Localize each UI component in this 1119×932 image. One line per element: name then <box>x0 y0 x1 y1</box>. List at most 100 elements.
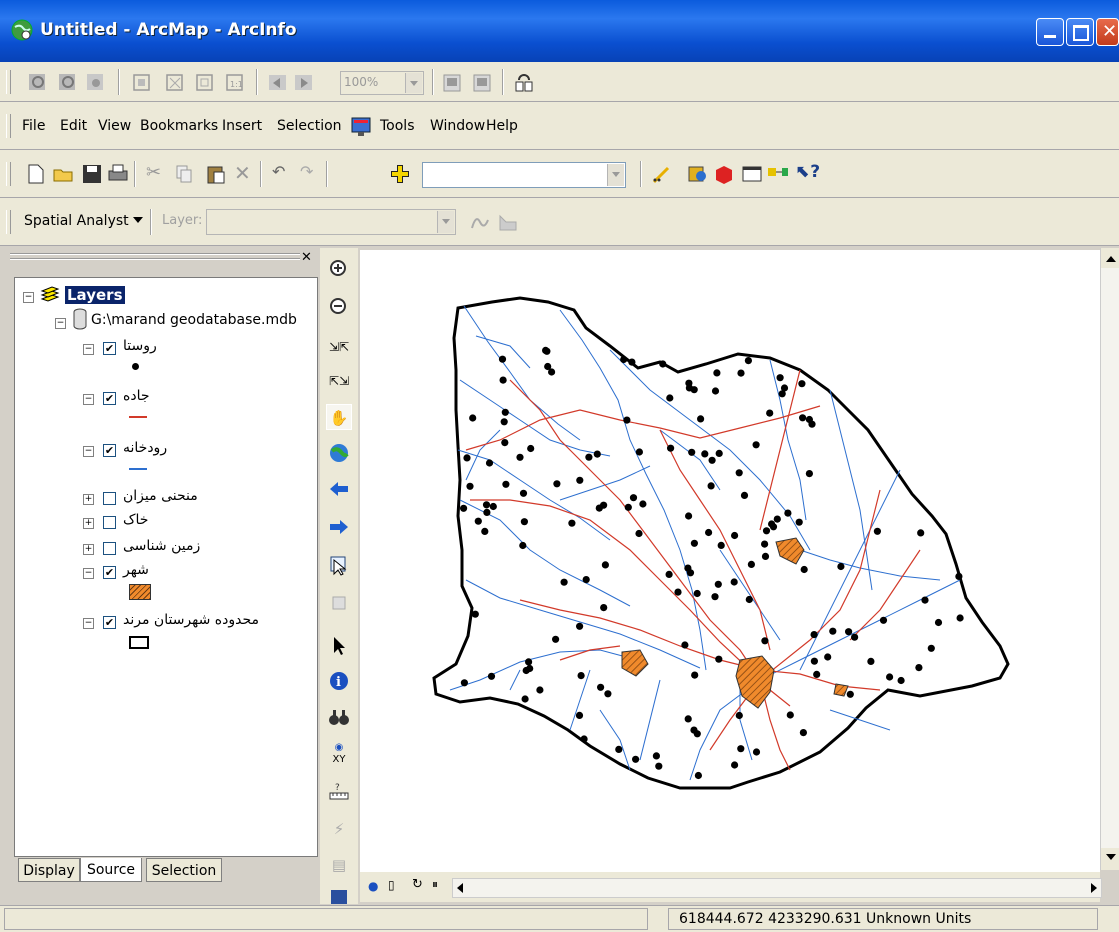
menu-window[interactable]: Window <box>430 118 485 134</box>
layer-visibility-checkbox[interactable]: ✔ <box>103 444 116 457</box>
toggle-draft-mode-icon[interactable] <box>440 71 464 95</box>
menu-grip[interactable] <box>6 114 11 138</box>
pointer-icon[interactable] <box>326 634 352 660</box>
delete-icon[interactable]: ✕ <box>234 161 251 185</box>
zoom-out-icon[interactable] <box>326 296 352 322</box>
arcmap-tool-icon[interactable] <box>350 116 372 138</box>
previous-extent-icon[interactable] <box>266 71 290 95</box>
close-button[interactable]: ✕ <box>1096 18 1119 46</box>
fixed-zoom-in-layout-icon[interactable] <box>163 71 187 95</box>
print-icon[interactable] <box>106 162 130 186</box>
new-document-icon[interactable] <box>24 162 48 186</box>
tab-source[interactable]: Source <box>80 858 142 882</box>
toolbar-grip[interactable] <box>6 162 11 186</box>
menu-edit[interactable]: Edit <box>60 118 87 134</box>
modelbuilder-icon[interactable] <box>766 162 790 186</box>
chevron-down-icon[interactable] <box>607 164 624 186</box>
whats-this-help-icon[interactable]: ⬉? <box>796 162 820 182</box>
layer-visibility-checkbox[interactable] <box>103 492 116 505</box>
toc-titlebar[interactable] <box>8 248 320 260</box>
menu-view[interactable]: View <box>98 118 131 134</box>
expand-icon[interactable]: + <box>83 494 94 505</box>
title-bar[interactable]: Untitled - ArcMap - ArcInfo ✕ <box>0 0 1119 62</box>
fixed-zoom-out-layout-icon[interactable] <box>193 71 217 95</box>
cut-icon[interactable]: ✂ <box>146 162 161 183</box>
layers-root-label[interactable]: Layers <box>65 286 125 304</box>
find-icon[interactable] <box>326 706 352 732</box>
layer-combo[interactable] <box>206 209 456 235</box>
scroll-up-icon[interactable] <box>1106 256 1116 262</box>
vertical-scrollbar[interactable] <box>1100 248 1119 870</box>
html-popup-icon[interactable]: ▤ <box>326 852 352 878</box>
map-canvas[interactable] <box>360 250 1100 872</box>
spatial-analyst-menu[interactable]: Spatial Analyst <box>24 213 129 229</box>
minimize-button[interactable] <box>1036 18 1064 46</box>
hyperlink-icon[interactable]: ⚡ <box>326 816 352 842</box>
horizontal-scrollbar[interactable] <box>452 878 1102 898</box>
tab-selection[interactable]: Selection <box>146 858 222 882</box>
collapse-icon[interactable]: − <box>55 318 66 329</box>
pan-icon[interactable]: ✋ <box>326 404 352 430</box>
database-label[interactable]: G:\marand geodatabase.mdb <box>91 312 297 328</box>
layout-zoom-in-icon[interactable] <box>26 71 50 95</box>
map-scale-combo[interactable] <box>422 162 626 188</box>
expand-icon[interactable]: + <box>83 518 94 529</box>
toolbar-grip[interactable] <box>6 70 11 94</box>
scroll-track[interactable] <box>1101 268 1119 848</box>
collapse-icon[interactable]: − <box>23 292 34 303</box>
goto-xy-icon[interactable]: ◉ XY <box>326 742 352 768</box>
map-view[interactable] <box>360 250 1100 872</box>
layer-name[interactable]: روستا <box>123 338 157 354</box>
back-icon[interactable] <box>326 478 352 504</box>
layer-visibility-checkbox[interactable] <box>103 516 116 529</box>
layer-name[interactable]: جاده <box>123 388 150 404</box>
scroll-down-icon[interactable] <box>1106 854 1116 860</box>
scroll-right-icon[interactable] <box>1091 883 1097 893</box>
layout-zoom-out-icon[interactable] <box>56 71 80 95</box>
expand-icon[interactable]: + <box>83 544 94 555</box>
layout-pan-icon[interactable] <box>84 71 108 95</box>
zoom-100-icon[interactable]: 1:1 <box>223 71 247 95</box>
add-data-icon[interactable] <box>388 162 412 186</box>
open-folder-icon[interactable] <box>52 162 76 186</box>
undo-icon[interactable]: ↶ <box>272 162 285 181</box>
layer-name[interactable]: زمین شناسی <box>123 538 200 554</box>
focus-data-frame-icon[interactable] <box>470 71 494 95</box>
toolbar-grip[interactable] <box>6 210 11 234</box>
layer-name[interactable]: محدوده شهرستان مرند <box>123 612 259 628</box>
measure-icon[interactable]: ? <box>326 780 352 806</box>
refresh-icon[interactable]: ↻ <box>412 877 423 892</box>
collapse-icon[interactable]: − <box>83 446 94 457</box>
data-view-icon[interactable]: ● <box>368 879 378 893</box>
collapse-icon[interactable]: − <box>83 618 94 629</box>
forward-icon[interactable] <box>326 516 352 542</box>
select-elements-icon[interactable] <box>326 592 352 618</box>
save-icon[interactable] <box>80 162 104 186</box>
zoom-in-icon[interactable] <box>326 258 352 284</box>
collapse-icon[interactable]: − <box>83 344 94 355</box>
zoom-whole-page-icon[interactable] <box>130 71 154 95</box>
scroll-left-icon[interactable] <box>457 883 463 893</box>
arctoolbox-icon[interactable] <box>712 162 736 186</box>
select-features-icon[interactable] <box>326 554 352 580</box>
chevron-down-icon[interactable] <box>133 217 143 223</box>
collapse-icon[interactable]: − <box>83 394 94 405</box>
menu-selection[interactable]: Selection <box>277 118 342 134</box>
menu-tools[interactable]: Tools <box>380 118 415 134</box>
collapse-icon[interactable]: − <box>83 568 94 579</box>
contour-icon[interactable] <box>496 210 520 234</box>
time-slider-icon[interactable] <box>326 886 352 904</box>
menu-file[interactable]: File <box>22 118 45 134</box>
menu-bookmarks[interactable]: Bookmarks <box>140 118 218 134</box>
identify-icon[interactable]: i <box>326 670 352 696</box>
menu-insert[interactable]: Insert <box>222 118 262 134</box>
change-layout-icon[interactable] <box>512 71 536 95</box>
toc-close-icon[interactable]: ✕ <box>301 250 312 265</box>
layer-visibility-checkbox[interactable] <box>103 542 116 555</box>
layer-name[interactable]: منحنی میزان <box>123 488 198 504</box>
chevron-down-icon[interactable] <box>437 211 454 233</box>
layer-name[interactable]: رودخانه <box>123 440 167 456</box>
chevron-down-icon[interactable] <box>405 73 422 93</box>
layer-name[interactable]: شهر <box>123 562 149 578</box>
fixed-zoom-in-icon[interactable]: ⇲⇱ <box>326 334 352 360</box>
